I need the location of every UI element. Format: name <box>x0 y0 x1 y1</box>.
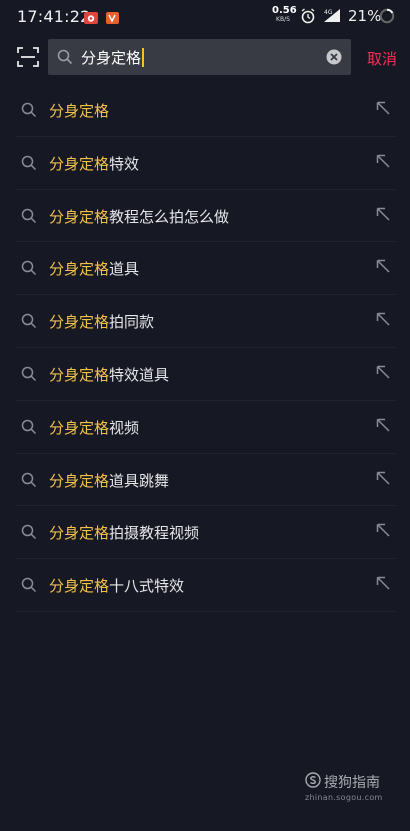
search-icon <box>21 524 37 544</box>
suggestion-rest: 拍同款 <box>109 313 155 332</box>
search-box[interactable]: 分身定格 <box>48 39 351 75</box>
search-icon <box>21 366 37 386</box>
suggestion-text: 分身定格十八式特效 <box>49 575 184 596</box>
alarm-icon <box>300 8 316 28</box>
suggestion-text: 分身定格 <box>49 100 109 121</box>
suggestion-text: 分身定格道具跳舞 <box>49 470 169 491</box>
suggestion-rest: 教程怎么拍怎么做 <box>109 207 230 226</box>
fill-query-arrow-icon[interactable] <box>376 153 390 172</box>
suggestion-item[interactable]: 分身定格十八式特效 <box>15 559 395 612</box>
suggestion-item[interactable]: 分身定格教程怎么拍怎么做 <box>15 190 395 243</box>
clock-time: 17:41:22 <box>17 7 91 26</box>
network-type-label: 4G <box>324 9 333 16</box>
fill-query-arrow-icon[interactable] <box>376 311 390 330</box>
suggestion-highlight: 分身定格 <box>49 102 110 120</box>
network-speed-unit: KB/S <box>276 16 290 23</box>
scan-icon[interactable] <box>17 46 39 68</box>
battery-ring-icon <box>379 8 395 28</box>
suggestion-highlight: 分身定格 <box>49 154 110 173</box>
fill-query-arrow-icon[interactable] <box>376 364 390 383</box>
suggestion-item[interactable]: 分身定格视频 <box>15 401 395 454</box>
suggestion-highlight: 分身定格 <box>49 577 110 596</box>
network-speed: 0.56 KB/S <box>272 5 297 23</box>
clear-search-button[interactable] <box>326 49 342 65</box>
battery-percent: 21% <box>348 7 382 25</box>
search-icon <box>21 155 37 175</box>
suggestion-text: 分身定格教程怎么拍怎么做 <box>49 206 229 227</box>
watermark-url: zhinan.sogou.com <box>305 793 383 802</box>
search-icon <box>21 102 37 122</box>
suggestion-rest: 拍摄教程视频 <box>109 524 200 543</box>
suggestion-rest: 十八式特效 <box>109 577 185 596</box>
suggestion-item[interactable]: 分身定格拍同款 <box>15 295 395 348</box>
text-caret <box>142 47 145 67</box>
fill-query-arrow-icon[interactable] <box>376 258 390 277</box>
suggestion-list: 分身定格 分身定格特效 分身定格教程怎么拍怎么做 分身定格道具 分身定格拍同款 … <box>0 84 410 612</box>
fill-query-arrow-icon[interactable] <box>376 470 390 489</box>
suggestion-rest: 道具 <box>109 260 140 279</box>
suggestion-highlight: 分身定格 <box>49 365 110 384</box>
search-icon <box>57 49 73 69</box>
fill-query-arrow-icon[interactable] <box>376 417 390 436</box>
cancel-button[interactable]: 取消 <box>367 48 397 69</box>
suggestion-highlight: 分身定格 <box>49 524 110 543</box>
search-query-text: 分身定格 <box>81 48 142 67</box>
search-icon <box>21 472 37 492</box>
cellular-signal-icon: 4G <box>322 7 342 27</box>
weibo-notification-icon <box>84 9 98 24</box>
suggestion-item[interactable]: 分身定格拍摄教程视频 <box>15 506 395 560</box>
network-speed-value: 0.56 <box>272 5 297 16</box>
suggestion-highlight: 分身定格 <box>49 471 110 490</box>
suggestion-text: 分身定格拍同款 <box>49 311 154 332</box>
suggestion-rest: 特效 <box>109 154 140 173</box>
suggestion-highlight: 分身定格 <box>49 313 110 332</box>
search-icon <box>21 577 37 597</box>
search-icon <box>21 419 37 439</box>
fill-query-arrow-icon[interactable] <box>376 522 390 541</box>
suggestion-text: 分身定格特效 <box>49 153 139 174</box>
fill-query-arrow-icon[interactable] <box>376 100 390 119</box>
search-icon <box>21 260 37 280</box>
search-input[interactable]: 分身定格 <box>81 47 145 67</box>
suggestion-text: 分身定格道具 <box>49 258 139 279</box>
suggestion-item[interactable]: 分身定格道具 <box>15 242 395 296</box>
suggestion-highlight: 分身定格 <box>49 418 110 437</box>
suggestion-item[interactable]: 分身定格道具跳舞 <box>15 454 395 507</box>
fill-query-arrow-icon[interactable] <box>376 206 390 225</box>
search-icon <box>21 313 37 333</box>
suggestion-highlight: 分身定格 <box>49 260 110 279</box>
status-bar: 17:41:22 0.56 KB/S 4G 21% <box>0 0 410 32</box>
sogou-logo-icon <box>305 772 321 792</box>
app-notification-icon <box>106 9 119 24</box>
suggestion-rest: 道具跳舞 <box>109 471 170 490</box>
suggestion-rest: 特效道具 <box>109 365 170 384</box>
suggestion-item[interactable]: 分身定格特效道具 <box>15 348 395 401</box>
suggestion-text: 分身定格视频 <box>49 417 139 438</box>
suggestion-text: 分身定格拍摄教程视频 <box>49 522 199 543</box>
search-icon <box>21 208 37 228</box>
suggestion-highlight: 分身定格 <box>49 207 110 226</box>
suggestion-item[interactable]: 分身定格 <box>15 84 395 137</box>
watermark-brand: 搜狗指南 <box>324 775 380 791</box>
suggestion-item[interactable]: 分身定格特效 <box>15 137 395 190</box>
sogou-watermark: 搜狗指南 zhinan.sogou.com <box>305 772 395 802</box>
suggestion-rest: 视频 <box>109 418 140 437</box>
suggestion-text: 分身定格特效道具 <box>49 364 169 385</box>
fill-query-arrow-icon[interactable] <box>376 575 390 594</box>
